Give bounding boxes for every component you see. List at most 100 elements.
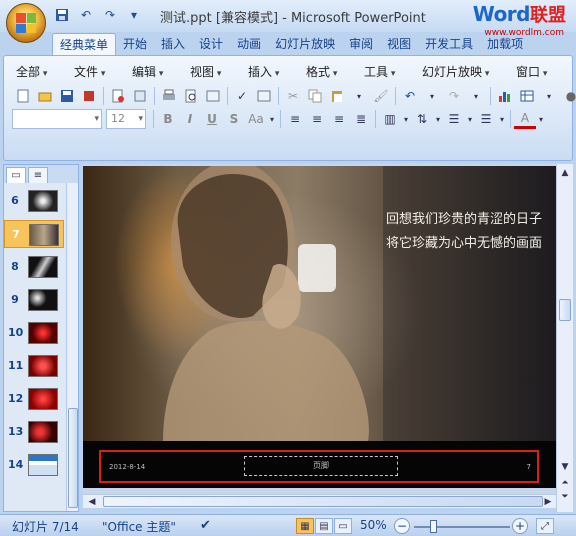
paste-icon[interactable] <box>326 86 348 106</box>
more-icon[interactable]: ● <box>560 86 576 106</box>
scroll-left-icon[interactable]: ◀ <box>85 495 99 509</box>
align-right-icon[interactable]: ≡ <box>328 109 350 129</box>
save-icon[interactable] <box>56 86 78 106</box>
columns-icon[interactable]: ▥ <box>379 109 401 129</box>
tab-view[interactable]: 视图 <box>380 33 418 55</box>
underline-button[interactable]: U <box>201 109 223 129</box>
undo-icon[interactable]: ↶ <box>399 86 421 106</box>
tab-classic-menu[interactable]: 经典菜单 <box>52 33 117 55</box>
zoom-level[interactable]: 50% <box>360 518 387 532</box>
menu-file[interactable]: 文件 <box>70 63 128 81</box>
slide-thumbnail[interactable]: 12 <box>4 385 64 413</box>
font-color-dropdown-icon[interactable]: ▾ <box>536 109 546 129</box>
footer-page-number[interactable]: 7 <box>527 463 531 471</box>
redo-icon[interactable]: ↷ <box>443 86 465 106</box>
slide-thumbnail[interactable]: 11 <box>4 352 64 380</box>
text-direction-icon[interactable]: ⇅ <box>411 109 433 129</box>
next-slide-icon[interactable]: ⏷ <box>558 490 572 504</box>
copy-icon[interactable] <box>304 86 326 106</box>
format-painter-icon[interactable]: 🖌 <box>370 86 392 106</box>
redo-icon[interactable]: ↷ <box>100 6 120 24</box>
bold-button[interactable]: B <box>157 109 179 129</box>
numbering-dropdown-icon[interactable]: ▾ <box>497 109 507 129</box>
print-icon[interactable] <box>158 86 180 106</box>
scroll-right-icon[interactable]: ▶ <box>541 495 555 509</box>
shadow-button[interactable]: S <box>223 109 245 129</box>
preview-icon[interactable] <box>180 86 202 106</box>
open-icon[interactable] <box>34 86 56 106</box>
scroll-up-icon[interactable]: ▲ <box>558 166 572 180</box>
current-slide[interactable]: 回想我们珍贵的青涩的日子 将它珍藏为心中无憾的画面 2012-8-14 页脚 7 <box>83 166 556 488</box>
zoom-out-icon[interactable]: − <box>394 518 410 534</box>
slide-thumbnail[interactable]: 13 <box>4 418 64 446</box>
menu-edit[interactable]: 编辑 <box>128 63 186 81</box>
undo-icon[interactable]: ↶ <box>76 6 96 24</box>
chart-icon[interactable] <box>494 86 516 106</box>
columns-dropdown-icon[interactable]: ▾ <box>401 109 411 129</box>
bullets-icon[interactable]: ☰ <box>443 109 465 129</box>
tab-design[interactable]: 设计 <box>192 33 230 55</box>
email-icon[interactable] <box>107 86 129 106</box>
slide-thumbnail[interactable]: 9 <box>4 286 64 314</box>
outline-icon[interactable] <box>202 86 224 106</box>
scrollbar-thumb[interactable] <box>559 299 571 321</box>
slideshow-view-icon[interactable]: ▭ <box>334 518 352 534</box>
fit-to-window-icon[interactable]: ⤢ <box>536 518 554 534</box>
new-icon[interactable] <box>12 86 34 106</box>
italic-button[interactable]: I <box>179 109 201 129</box>
previous-slide-icon[interactable]: ⏶ <box>558 476 572 490</box>
table-dropdown-icon[interactable]: ▾ <box>538 86 560 106</box>
tab-animation[interactable]: 动画 <box>230 33 268 55</box>
slide-text-box[interactable]: 回想我们珍贵的青涩的日子 将它珍藏为心中无憾的画面 <box>386 208 542 256</box>
undo-dropdown-icon[interactable]: ▾ <box>421 86 443 106</box>
zoom-slider[interactable] <box>414 526 510 528</box>
tab-insert[interactable]: 插入 <box>154 33 192 55</box>
spellcheck-icon[interactable]: ✔ <box>200 518 211 533</box>
slide-thumbnail[interactable]: 14 <box>4 451 64 479</box>
bullets-dropdown-icon[interactable]: ▾ <box>465 109 475 129</box>
numbering-icon[interactable]: ☰ <box>475 109 497 129</box>
table-icon[interactable] <box>516 86 538 106</box>
normal-view-icon[interactable]: ▦ <box>296 518 314 534</box>
font-size-select[interactable]: 12 <box>106 109 146 129</box>
menu-slideshow[interactable]: 幻灯片放映 <box>418 63 512 81</box>
scrollbar-thumb[interactable] <box>68 408 78 508</box>
scrollbar-thumb[interactable] <box>103 496 543 507</box>
print-preview-icon[interactable] <box>129 86 151 106</box>
slide-vertical-scrollbar[interactable]: ▲ ▼ ⏶ ⏷ <box>556 164 573 512</box>
font-color-icon[interactable]: A <box>514 109 536 129</box>
footer-text-box[interactable]: 页脚 <box>244 456 398 476</box>
menu-view[interactable]: 视图 <box>186 63 244 81</box>
save-icon[interactable] <box>52 6 72 24</box>
font-name-select[interactable] <box>12 109 102 129</box>
menu-insert[interactable]: 插入 <box>244 63 302 81</box>
change-case-dropdown-icon[interactable]: ▾ <box>267 109 277 129</box>
tab-addins[interactable]: 加载项 <box>480 33 530 55</box>
cut-icon[interactable]: ✂ <box>282 86 304 106</box>
change-case-button[interactable]: Aa <box>245 109 267 129</box>
slides-panel-scrollbar[interactable] <box>66 183 78 511</box>
office-button[interactable] <box>6 3 46 43</box>
paste-dropdown-icon[interactable]: ▾ <box>348 86 370 106</box>
footer-date[interactable]: 2012-8-14 <box>109 463 145 471</box>
customize-qat-icon[interactable]: ▾ <box>124 6 144 24</box>
tab-slideshow[interactable]: 幻灯片放映 <box>268 33 342 55</box>
menu-format[interactable]: 格式 <box>302 63 360 81</box>
tab-home[interactable]: 开始 <box>116 33 154 55</box>
outline-tab-icon[interactable]: ≡ <box>28 167 48 183</box>
spelling-icon[interactable]: ✓ <box>231 86 253 106</box>
slide-thumbnail[interactable]: 6 <box>4 187 64 215</box>
slide-sorter-icon[interactable]: ▤ <box>315 518 333 534</box>
slide-thumbnail[interactable]: 8 <box>4 253 64 281</box>
zoom-slider-thumb[interactable] <box>430 520 437 533</box>
tab-developer[interactable]: 开发工具 <box>418 33 480 55</box>
permission-icon[interactable] <box>78 86 100 106</box>
slide-thumbnail[interactable]: 10 <box>4 319 64 347</box>
redo-dropdown-icon[interactable]: ▾ <box>465 86 487 106</box>
menu-tools[interactable]: 工具 <box>360 63 418 81</box>
zoom-in-icon[interactable]: + <box>512 518 528 534</box>
slide-horizontal-scrollbar[interactable]: ◀ ▶ <box>83 494 556 508</box>
research-icon[interactable] <box>253 86 275 106</box>
align-center-icon[interactable]: ≡ <box>306 109 328 129</box>
menu-window[interactable]: 窗口 <box>512 63 562 81</box>
